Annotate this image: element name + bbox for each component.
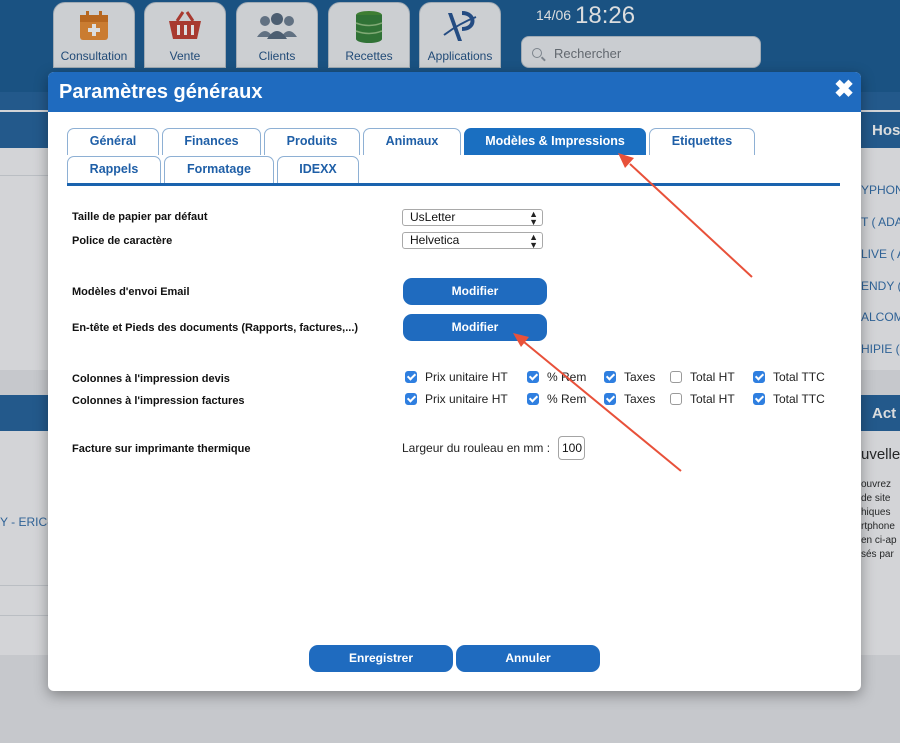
- checkbox-label: Total TTC: [773, 392, 825, 406]
- checkbox-unchecked-icon: [670, 371, 682, 383]
- checkbox-label: Prix unitaire HT: [425, 392, 508, 406]
- tab-produits[interactable]: Produits: [264, 128, 360, 155]
- select-arrows-icon: ▲ ▼: [529, 209, 538, 227]
- checkbox-checked-icon: [753, 393, 765, 405]
- checkbox-checked-icon: [405, 371, 417, 383]
- paper-size-label: Taille de papier par défaut: [72, 211, 208, 223]
- checkbox-checked-icon: [527, 393, 539, 405]
- roll-width-label: Largeur du rouleau en mm :: [402, 441, 551, 455]
- invoice-total-ht-checkbox[interactable]: Total HT: [670, 392, 735, 406]
- close-icon[interactable]: ✖: [832, 78, 856, 102]
- checkbox-checked-icon: [604, 371, 616, 383]
- settings-dialog: Paramètres généraux ✖ Général Finances P…: [48, 72, 861, 691]
- header-footer-label: En-tête et Pieds des documents (Rapports…: [72, 322, 359, 334]
- quote-columns-label: Colonnes à l'impression devis: [72, 373, 230, 385]
- tab-etiquettes[interactable]: Etiquettes: [649, 128, 755, 155]
- cancel-button[interactable]: Annuler: [456, 645, 600, 672]
- checkbox-label: Total TTC: [773, 370, 825, 384]
- tab-general[interactable]: Général: [67, 128, 159, 155]
- checkbox-label: % Rem: [547, 392, 587, 406]
- select-arrows-icon: ▲ ▼: [529, 232, 538, 250]
- thermal-printer-label: Facture sur imprimante thermique: [72, 443, 251, 455]
- invoice-rem-checkbox[interactable]: % Rem: [527, 392, 586, 406]
- font-label: Police de caractère: [72, 235, 173, 247]
- checkbox-checked-icon: [604, 393, 616, 405]
- checkbox-label: Total HT: [690, 392, 735, 406]
- dialog-title: Paramètres généraux: [59, 81, 263, 103]
- paper-size-select[interactable]: UsLetter ▲ ▼: [402, 209, 543, 227]
- dialog-header: Paramètres généraux ✖: [48, 72, 861, 112]
- tab-formatage[interactable]: Formatage: [164, 156, 274, 183]
- quote-taxes-checkbox[interactable]: Taxes: [604, 370, 655, 384]
- email-models-label: Modèles d'envoi Email: [72, 286, 190, 298]
- quote-prix-unitaire-checkbox[interactable]: Prix unitaire HT: [405, 370, 508, 384]
- checkbox-label: Prix unitaire HT: [425, 370, 508, 384]
- quote-total-ttc-checkbox[interactable]: Total TTC: [753, 370, 825, 384]
- header-footer-modify-button[interactable]: Modifier: [403, 314, 547, 341]
- tab-modeles-impressions[interactable]: Modèles & Impressions: [464, 128, 646, 155]
- email-models-modify-button[interactable]: Modifier: [403, 278, 547, 305]
- invoice-columns-label: Colonnes à l'impression factures: [72, 395, 245, 407]
- checkbox-label: % Rem: [547, 370, 587, 384]
- checkbox-checked-icon: [753, 371, 765, 383]
- invoice-taxes-checkbox[interactable]: Taxes: [604, 392, 655, 406]
- tab-rappels[interactable]: Rappels: [67, 156, 161, 183]
- quote-rem-checkbox[interactable]: % Rem: [527, 370, 586, 384]
- tab-finances[interactable]: Finances: [162, 128, 261, 155]
- quote-total-ht-checkbox[interactable]: Total HT: [670, 370, 735, 384]
- save-button[interactable]: Enregistrer: [309, 645, 453, 672]
- tab-idexx[interactable]: IDEXX: [277, 156, 359, 183]
- font-select[interactable]: Helvetica ▲ ▼: [402, 232, 543, 250]
- checkbox-unchecked-icon: [670, 393, 682, 405]
- font-value: Helvetica: [410, 233, 460, 247]
- checkbox-label: Total HT: [690, 370, 735, 384]
- roll-width-input[interactable]: 100: [558, 436, 585, 460]
- tab-underline: [67, 183, 840, 186]
- checkbox-label: Taxes: [624, 392, 656, 406]
- paper-size-value: UsLetter: [410, 210, 456, 224]
- checkbox-checked-icon: [405, 393, 417, 405]
- checkbox-label: Taxes: [624, 370, 656, 384]
- invoice-prix-unitaire-checkbox[interactable]: Prix unitaire HT: [405, 392, 508, 406]
- tab-animaux[interactable]: Animaux: [363, 128, 461, 155]
- checkbox-checked-icon: [527, 371, 539, 383]
- invoice-total-ttc-checkbox[interactable]: Total TTC: [753, 392, 825, 406]
